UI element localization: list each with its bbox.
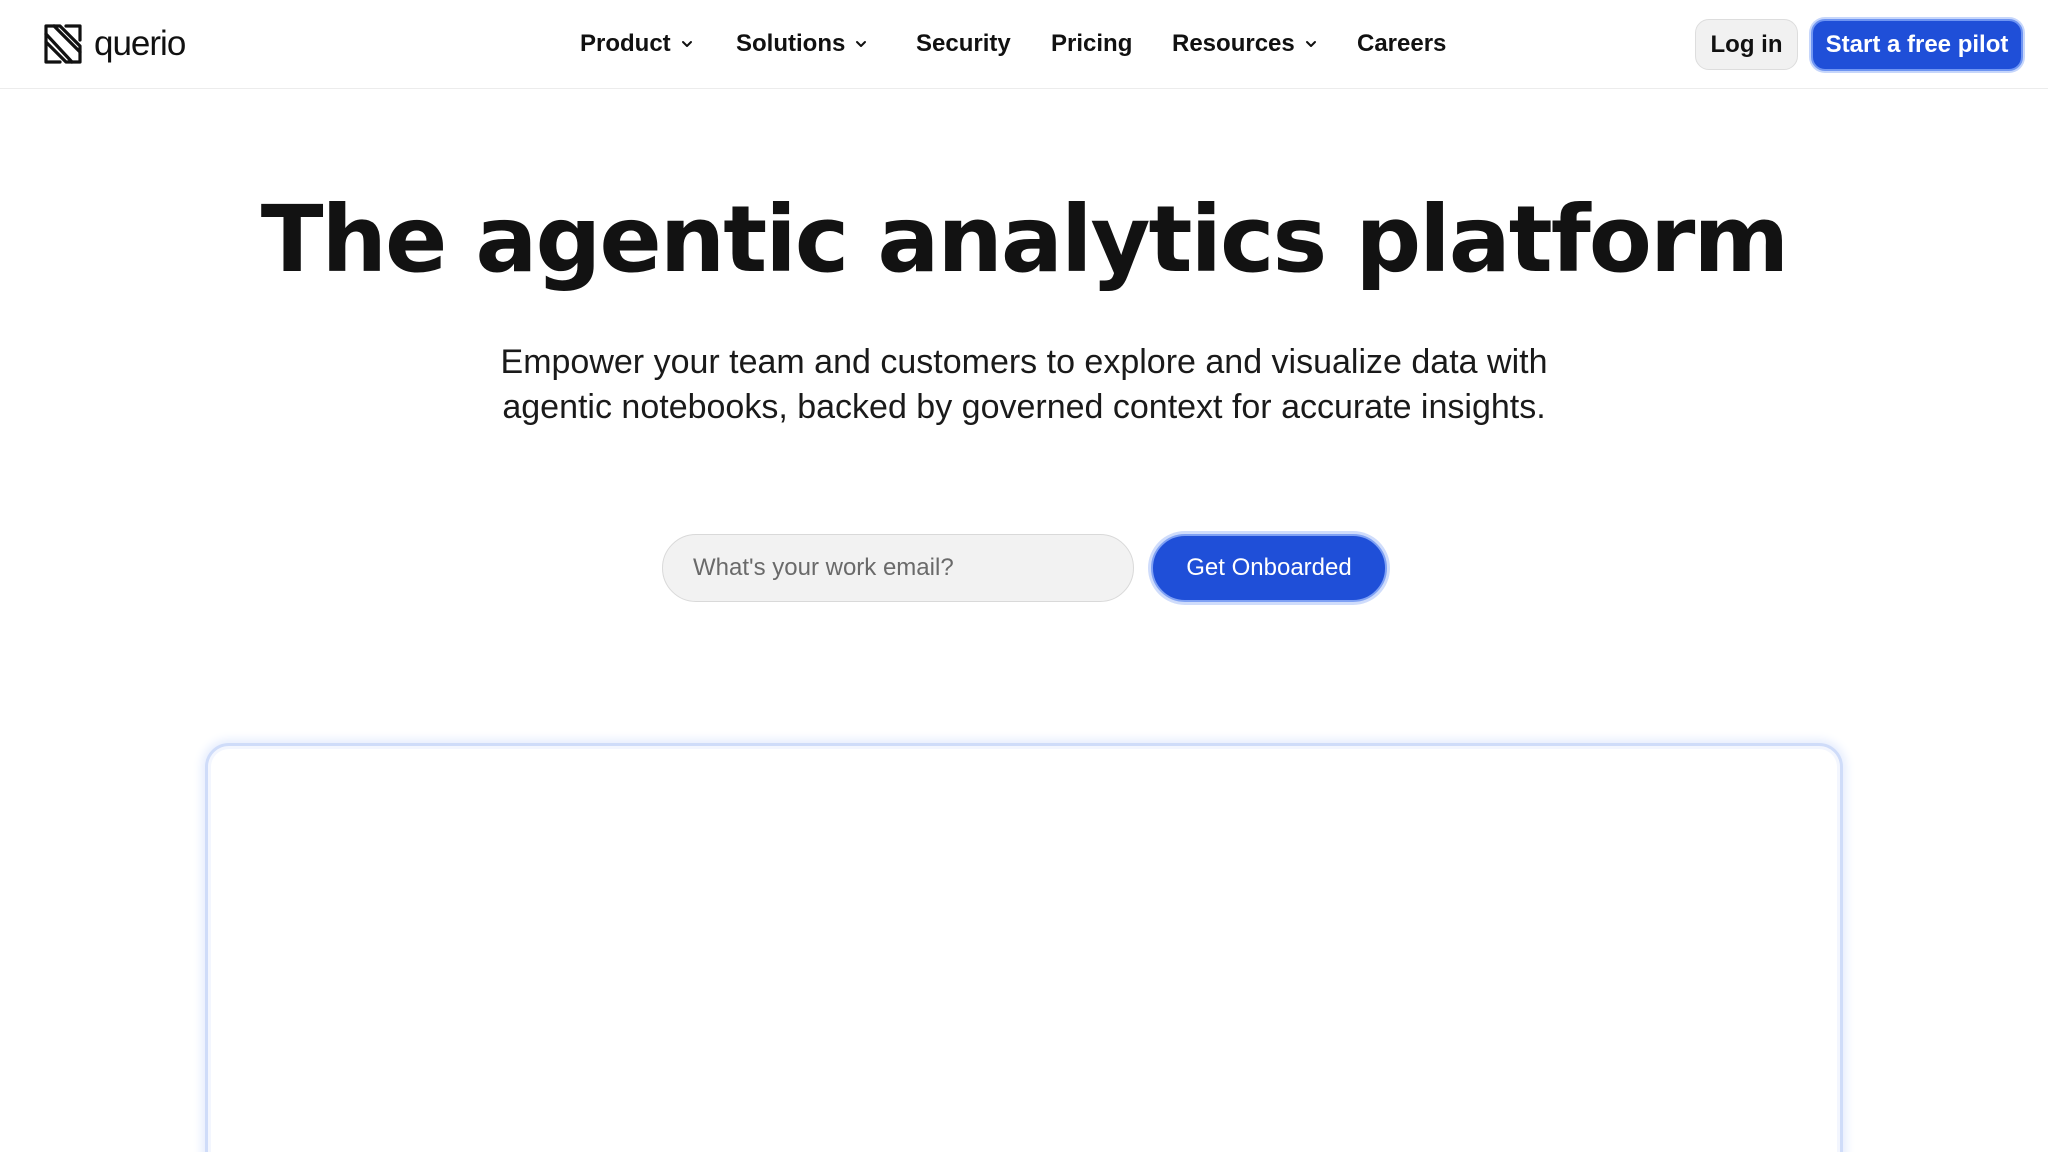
- page: querio Product Solutions Security Pricin…: [0, 0, 2048, 1152]
- chevron-down-icon: [856, 41, 867, 47]
- work-email-input[interactable]: [662, 534, 1134, 602]
- start-free-pilot-button[interactable]: Start a free pilot: [1811, 19, 2023, 71]
- nav-item-label: Resources: [1172, 30, 1295, 57]
- site-header: querio Product Solutions Security Pricin…: [0, 0, 2048, 89]
- nav-item-resources[interactable]: Resources: [1172, 24, 1317, 64]
- get-onboarded-button[interactable]: Get Onboarded: [1151, 534, 1387, 602]
- nav-item-security[interactable]: Security: [916, 24, 1011, 64]
- nav-item-label: Pricing: [1051, 30, 1133, 57]
- nav-item-label: Careers: [1357, 30, 1447, 57]
- brand-name: querio: [94, 24, 186, 63]
- chevron-down-icon: [1305, 41, 1316, 47]
- hero-subtitle-line: Empower your team and customers to explo…: [500, 343, 1548, 381]
- nav-item-careers[interactable]: Careers: [1357, 24, 1446, 64]
- hero-title: The agentic analytics platform: [260, 186, 1790, 293]
- querio-logo-icon: [44, 24, 82, 64]
- hero-subtitle-line: agentic notebooks, backed by governed co…: [502, 388, 1546, 426]
- nav-item-product[interactable]: Product: [580, 24, 693, 64]
- hero-subtitle: Empower your team and customers to explo…: [424, 340, 1624, 430]
- product-preview-frame: [205, 743, 1843, 1152]
- login-button[interactable]: Log in: [1695, 19, 1798, 70]
- chevron-down-icon: [681, 41, 692, 47]
- nav-item-label: Solutions: [736, 30, 846, 57]
- nav-item-label: Security: [916, 30, 1011, 57]
- nav-item-label: Product: [580, 30, 671, 57]
- nav-item-solutions[interactable]: Solutions: [736, 24, 867, 64]
- nav-item-pricing[interactable]: Pricing: [1051, 24, 1132, 64]
- brand-logo-link[interactable]: querio: [42, 20, 186, 68]
